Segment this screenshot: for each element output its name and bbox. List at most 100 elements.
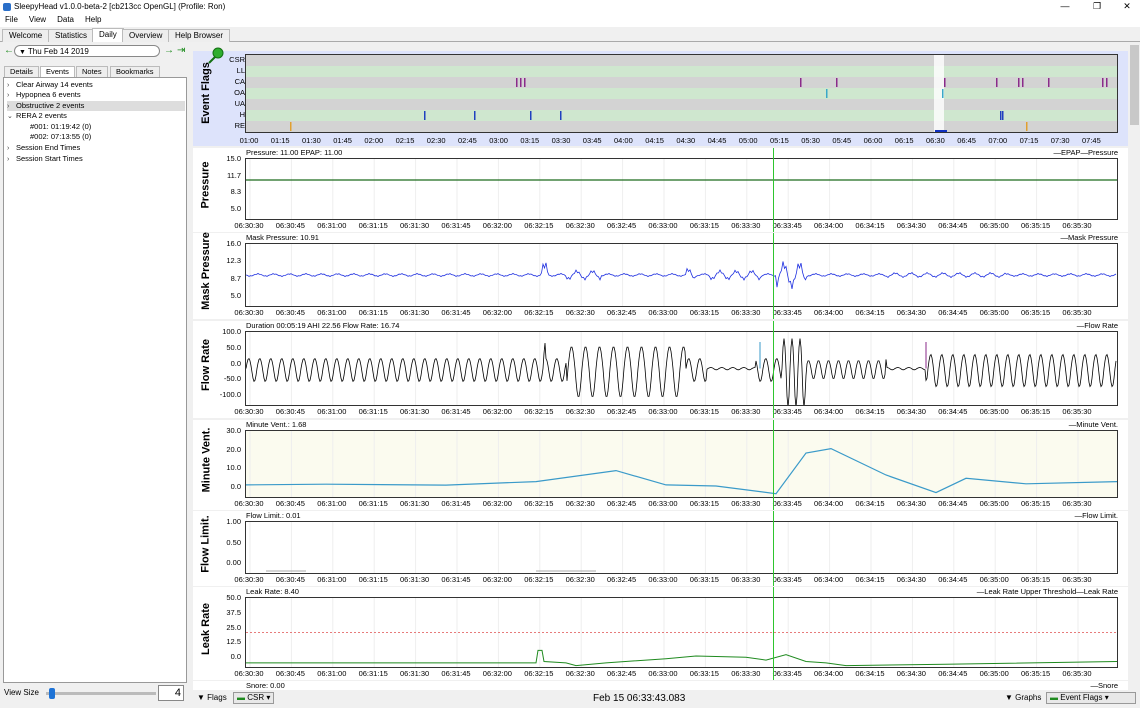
y-tick: -100.0 <box>219 390 241 399</box>
time-axis: 06:30:30 06:30:45 06:31:00 06:31:15 06:31:30… <box>234 669 1118 678</box>
graph-panel-minute-vent: Minute Vent. Minute Vent.: 1.68 —Minute Ve… <box>193 420 1128 510</box>
y-tick: 0.50 <box>226 537 241 547</box>
x-tick: 06:35:15 <box>1020 499 1051 508</box>
x-tick: 06:30:30 <box>234 308 264 317</box>
y-tick: 5.0 <box>230 204 241 213</box>
graph-plot[interactable] <box>245 243 1118 307</box>
x-tick: 06:35:00 <box>979 499 1009 508</box>
x-tick: 06:31:30 <box>399 308 430 317</box>
x-tick: 06:33:45 <box>772 499 802 508</box>
x-tick: 06:30:45 <box>275 499 305 508</box>
y-tick: 8.3 <box>230 187 241 197</box>
y-tick: 5.0 <box>230 291 241 300</box>
graph-plot[interactable] <box>245 430 1118 498</box>
x-tick: 06:33:45 <box>772 669 802 678</box>
time-cursor-line <box>773 321 774 418</box>
x-tick: 06:35:00 <box>979 407 1009 416</box>
graph-info: Pressure: 11.00 EPAP: 11.00 <box>246 148 343 157</box>
x-tick: 06:34:15 <box>855 575 885 584</box>
graphs-area: Pressure Pressure: 11.00 EPAP: 11.00 —EPAP… <box>0 0 1140 708</box>
time-cursor-line <box>773 420 774 510</box>
color-swatch-icon: ▬ <box>1050 693 1061 702</box>
x-tick: 06:30:30 <box>234 407 264 416</box>
graph-plot[interactable] <box>245 597 1118 668</box>
x-tick: 06:32:00 <box>482 407 512 416</box>
snore-panel: Snore: 0.00 —Snore <box>193 681 1128 690</box>
x-tick: 06:31:45 <box>441 221 471 230</box>
y-tick: 11.7 <box>226 170 241 180</box>
y-tick: 0.0 <box>230 652 241 661</box>
graphs-select[interactable]: ▬ Event Flags ▾ <box>1046 692 1136 704</box>
x-tick: 06:34:00 <box>813 575 844 584</box>
x-tick: 06:31:30 <box>399 221 430 230</box>
y-tick: 30.0 <box>226 426 241 435</box>
graph-legend: —Flow Rate <box>1076 321 1118 330</box>
bottom-bar: ▼ Flags ▬ CSR ▾ Feb 15 06:33:43.083 ▼ Gr… <box>193 690 1140 708</box>
x-tick: 06:33:45 <box>772 308 802 317</box>
x-tick: 06:32:00 <box>482 575 512 584</box>
x-tick: 06:32:30 <box>565 499 595 508</box>
graph-panel-leak-rate: Leak Rate Leak Rate: 8.40 —Leak Rate Upper… <box>193 587 1128 680</box>
x-tick: 06:32:45 <box>606 308 637 317</box>
x-tick: 06:33:30 <box>731 407 761 416</box>
scrollbar-thumb[interactable] <box>1130 45 1139 125</box>
graph-plot[interactable] <box>245 158 1118 220</box>
x-tick: 06:35:15 <box>1020 669 1051 678</box>
x-tick: 06:35:00 <box>979 669 1009 678</box>
graph-legend: —Mask Pressure <box>1060 233 1118 242</box>
x-tick: 06:31:45 <box>441 499 471 508</box>
y-tick: 1.00 <box>226 517 241 526</box>
x-tick: 06:35:30 <box>1062 499 1092 508</box>
graph-legend: —Flow Limit. <box>1074 511 1118 520</box>
y-tick: 12.5 <box>226 637 241 647</box>
graph-scrollbar[interactable] <box>1129 43 1140 688</box>
x-tick: 06:34:45 <box>938 575 968 584</box>
x-tick: 06:31:30 <box>399 499 430 508</box>
x-tick: 06:34:30 <box>896 407 926 416</box>
x-tick: 06:35:00 <box>979 221 1009 230</box>
graph-legend: —Leak Rate Upper Threshold—Leak Rate <box>976 587 1118 596</box>
x-tick: 06:32:00 <box>482 308 512 317</box>
x-tick: 06:35:15 <box>1020 575 1051 584</box>
x-tick: 06:35:30 <box>1062 575 1092 584</box>
x-tick: 06:30:30 <box>234 669 264 678</box>
flow-rate-series <box>246 338 1117 405</box>
x-tick: 06:33:45 <box>772 575 802 584</box>
x-tick: 06:31:15 <box>358 221 388 230</box>
x-tick: 06:33:15 <box>689 499 719 508</box>
y-tick: 16.0 <box>226 239 241 248</box>
y-tick: 100.0 <box>222 327 241 336</box>
x-tick: 06:35:15 <box>1020 407 1051 416</box>
leak-rate-series <box>246 649 1117 667</box>
x-tick: 06:32:45 <box>606 575 637 584</box>
y-tick: 0.0 <box>230 482 241 491</box>
y-tick: 37.5 <box>226 607 241 617</box>
graph-legend: —EPAP—Pressure <box>1053 148 1118 157</box>
graph-plot[interactable] <box>245 331 1118 406</box>
x-tick: 06:31:00 <box>317 407 347 416</box>
x-tick: 06:32:30 <box>565 669 595 678</box>
x-tick: 06:32:30 <box>565 221 595 230</box>
flags-select[interactable]: ▬ CSR ▾ <box>233 692 275 704</box>
x-tick: 06:34:45 <box>938 499 968 508</box>
graph-panel-mask-pressure: Mask Pressure Mask Pressure: 10.91 —Mask P… <box>193 232 1128 319</box>
x-tick: 06:30:45 <box>275 407 305 416</box>
x-tick: 06:32:15 <box>524 575 554 584</box>
x-tick: 06:34:30 <box>896 221 926 230</box>
x-tick: 06:33:45 <box>772 221 802 230</box>
flags-label: Flags <box>207 693 227 702</box>
graphs-toggle[interactable]: ▼ Graphs <box>1005 693 1041 702</box>
y-tick: 8.7 <box>230 273 241 283</box>
x-tick: 06:35:30 <box>1062 669 1092 678</box>
x-tick: 06:33:15 <box>689 407 719 416</box>
x-tick: 06:34:45 <box>938 308 968 317</box>
x-tick: 06:33:00 <box>648 221 678 230</box>
x-tick: 06:32:30 <box>565 308 595 317</box>
flags-toggle[interactable]: ▼ Flags <box>197 693 227 702</box>
graph-plot[interactable] <box>245 521 1118 574</box>
x-tick: 06:30:45 <box>275 575 305 584</box>
graph-panel-flow-rate: Flow Rate Duration 00:05:19 AHI 22.56 Flo… <box>193 321 1128 418</box>
graph-legend: —Minute Vent. <box>1068 420 1118 429</box>
x-tick: 06:31:00 <box>317 575 347 584</box>
x-tick: 06:35:15 <box>1020 221 1051 230</box>
